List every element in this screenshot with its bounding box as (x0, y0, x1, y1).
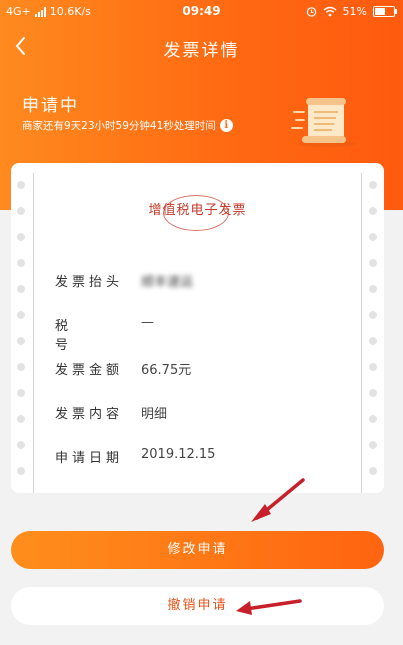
punch-hole (17, 311, 25, 319)
punch-hole (17, 415, 25, 423)
punch-hole (17, 389, 25, 397)
invoice-card: 增值税电子发票 发票抬头 顺丰速运 税号 — 发票金额 66.75元 发票内容 … (11, 163, 384, 493)
punch-hole (369, 259, 377, 267)
punch-hole (369, 415, 377, 423)
punch-hole (17, 233, 25, 241)
battery-percent: 51% (342, 5, 367, 18)
punch-hole (17, 181, 25, 189)
punch-hole (369, 233, 377, 241)
wifi-icon (323, 6, 336, 17)
punch-hole (369, 337, 377, 345)
perforation-line (361, 173, 362, 493)
punch-hole (369, 441, 377, 449)
field-value: — (141, 315, 154, 330)
field-value: 明细 (141, 407, 168, 422)
field-label: 发票金额 (55, 363, 124, 378)
page-title: 发票详情 (163, 41, 240, 61)
punch-hole (17, 363, 25, 371)
scroll-illustration (291, 98, 358, 147)
field-label: 申请日期 (55, 451, 124, 466)
punch-hole (369, 363, 377, 371)
status-bar: 4G+ 10.6K/s 09:49 51% (0, 0, 403, 24)
cancel-application-button[interactable]: 撤销申请 (11, 587, 384, 625)
punch-hole (17, 441, 25, 449)
application-status: 申请中 (22, 96, 79, 116)
punch-hole (17, 285, 25, 293)
battery-icon (373, 6, 397, 17)
alarm-icon (306, 7, 316, 17)
punch-hole (17, 337, 25, 345)
field-label: 发票抬头 (55, 275, 124, 290)
invoice-type: 增值税电子发票 (148, 203, 247, 218)
field-value: 66.75元 (141, 363, 192, 378)
punch-hole (369, 285, 377, 293)
annotation-arrow-icon (236, 599, 302, 615)
field-label: 税号 (55, 319, 99, 353)
field-value: 顺丰速运 (141, 275, 194, 290)
nav-bar: 发票详情 (0, 30, 403, 64)
punch-hole (369, 389, 377, 397)
punch-hole (369, 467, 377, 475)
info-icon[interactable]: i (219, 119, 233, 132)
field-label: 发票内容 (55, 407, 124, 422)
annotation-arrow-icon (251, 478, 305, 522)
processing-time-text: 商家还有9天23小时59分钟41秒处理时间 (22, 120, 216, 132)
punch-hole (369, 181, 377, 189)
punch-hole (17, 259, 25, 267)
modify-application-button[interactable]: 修改申请 (11, 531, 384, 569)
punch-hole (17, 467, 25, 475)
field-value: 2019.12.15 (141, 447, 216, 462)
perforation-line (33, 173, 34, 493)
punch-hole (369, 311, 377, 319)
